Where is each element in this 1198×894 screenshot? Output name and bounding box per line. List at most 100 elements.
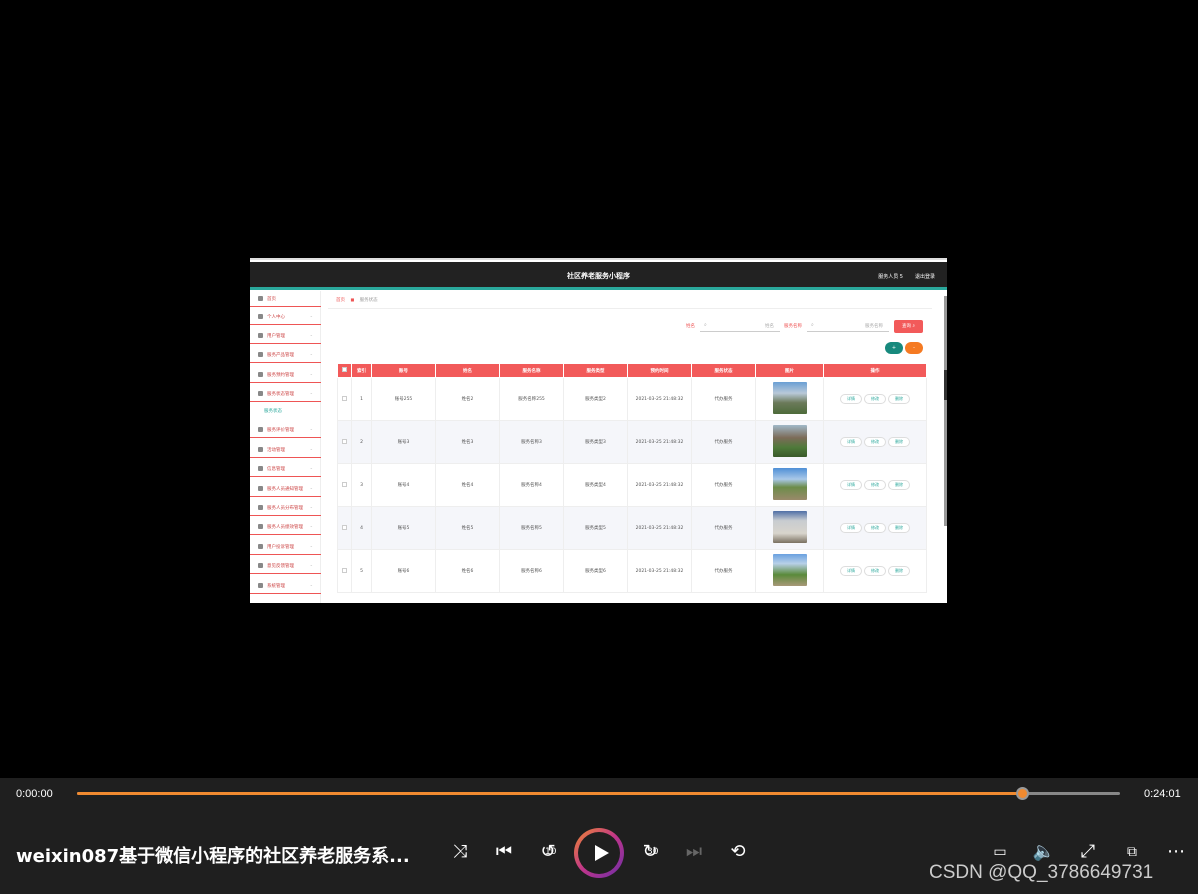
skip-forward-icon[interactable]: ↻ 30 [637, 839, 663, 865]
sidebar-item[interactable]: 系统管理 ⌄ [250, 578, 321, 594]
row-checkbox[interactable] [342, 567, 347, 573]
table-cell-account: 账号255 [371, 377, 436, 421]
select-all-checkbox[interactable] [342, 367, 347, 372]
chevron-down-icon: ⌄ [309, 390, 313, 395]
app-topbar: 社区养老服务小程序 服务人员 5 退出登录 [250, 262, 947, 290]
delete-row-button[interactable]: 删除 [888, 437, 910, 447]
table-cell-idx: 5 [351, 549, 372, 593]
menu-icon [258, 544, 263, 549]
menu-icon [258, 583, 263, 588]
sidebar-item[interactable]: 服务人员绩效管理 ⌄ [250, 519, 321, 535]
sidebar-item-label: 活动管理 [267, 448, 285, 453]
sidebar-item[interactable]: 用户投诉管理 ⌄ [250, 539, 321, 555]
table-header-row: 索引 账号 姓名 服务名称 服务类型 预约时间 服务状态 图片 操作 [337, 363, 927, 378]
sidebar-item-label: 服务人员分布管理 [267, 506, 303, 511]
sidebar-item[interactable]: 服务产品管理 ⌄ [250, 347, 321, 363]
delete-row-button[interactable]: 删除 [888, 566, 910, 576]
image-cell [755, 463, 824, 507]
next-icon[interactable]: ⏭ [681, 839, 707, 865]
table-cell-service: 服务名称4 [499, 463, 564, 507]
row-checkbox[interactable] [342, 524, 347, 530]
menu-icon [258, 333, 263, 338]
row-checkbox[interactable] [342, 395, 347, 401]
table-cell-name: 姓名3 [435, 420, 500, 464]
sidebar-item-label: 服务评价管理 [267, 428, 294, 433]
edit-button[interactable]: 修改 [864, 523, 886, 533]
logout-link[interactable]: 退出登录 [915, 273, 935, 280]
edit-button[interactable]: 修改 [864, 480, 886, 490]
previous-icon[interactable]: ⏮ [491, 839, 517, 865]
video-frame[interactable]: 社区养老服务小程序 服务人员 5 退出登录 首页 个人中心 ⌄ 用户管理 ⌄ 服务产品管理… [250, 258, 947, 603]
scrollbar[interactable] [944, 296, 947, 526]
play-button[interactable] [574, 828, 624, 878]
detail-button[interactable]: 详情 [840, 394, 862, 404]
table-cell-time: 2021-03-25 21:48:32 [627, 377, 692, 421]
table-cell-type: 服务类型2 [563, 377, 628, 421]
time-current: 0:00:00 [16, 788, 53, 800]
search-placeholder-name: 姓名 [765, 324, 774, 329]
sidebar-item[interactable]: 意见反馈管理 ⌄ [250, 558, 321, 574]
table-cell-time: 2021-03-25 21:48:32 [627, 506, 692, 550]
scrollbar-thumb[interactable] [944, 370, 947, 400]
detail-button[interactable]: 详情 [840, 480, 862, 490]
search-button-label: 查询 [902, 324, 912, 329]
sidebar-item[interactable]: 首页 [250, 291, 321, 307]
sidebar-item[interactable]: 服务人员分布管理 ⌄ [250, 500, 321, 516]
search-input-name[interactable]: ⌕ 姓名 [700, 320, 780, 332]
table-cell-type: 服务类型5 [563, 506, 628, 550]
repeat-icon[interactable]: ⟲ [725, 839, 751, 865]
sidebar-item-label: 首页 [267, 297, 276, 302]
sidebar-item[interactable]: 信息管理 ⌄ [250, 461, 321, 477]
detail-button[interactable]: 详情 [840, 523, 862, 533]
divider [328, 308, 932, 309]
edit-button[interactable]: 修改 [864, 566, 886, 576]
row-checkbox[interactable] [342, 438, 347, 444]
menu-icon [258, 486, 263, 491]
chevron-down-icon: ⌄ [309, 465, 313, 470]
delete-row-button[interactable]: 删除 [888, 394, 910, 404]
delete-row-button[interactable]: 删除 [888, 480, 910, 490]
menu-icon [258, 466, 263, 471]
column-header: 服务名称 [499, 363, 564, 378]
add-button[interactable]: + [885, 342, 903, 354]
menu-icon [258, 447, 263, 452]
menu-icon [258, 524, 263, 529]
search-input-service[interactable]: ⌕ 服务名称 [807, 320, 889, 332]
progress-bar[interactable] [77, 787, 1120, 800]
chevron-down-icon: ⌄ [309, 446, 313, 451]
row-checkbox-cell [337, 549, 352, 593]
sidebar-item-label: 个人中心 [267, 315, 285, 320]
search-button[interactable]: 查询 ⌕ [894, 320, 923, 333]
skip-back-icon[interactable]: ↺ 10 [535, 839, 561, 865]
table-cell-idx: 2 [351, 420, 372, 464]
progress-handle[interactable] [1015, 787, 1029, 800]
breadcrumb-home[interactable]: 首页 [336, 298, 345, 303]
chevron-down-icon: ⌄ [309, 504, 313, 509]
row-checkbox[interactable] [342, 481, 347, 487]
more-icon[interactable]: ⋯ [1163, 839, 1189, 865]
detail-button[interactable]: 详情 [840, 566, 862, 576]
sidebar-item[interactable]: 活动管理 ⌄ [250, 442, 321, 458]
column-header: 服务状态 [691, 363, 756, 378]
edit-button[interactable]: 修改 [864, 437, 886, 447]
search-icon: ⌕ [811, 322, 814, 328]
edit-button[interactable]: 修改 [864, 394, 886, 404]
shuffle-icon[interactable]: ⤨ [447, 839, 473, 865]
sidebar-item[interactable]: 服务人员通知管理 ⌄ [250, 481, 321, 497]
sidebar-item[interactable]: 服务状态管理 ⌄ [250, 386, 321, 402]
detail-button[interactable]: 详情 [840, 437, 862, 447]
table-row: 5 账号6 姓名6 服务名称6 服务类型6 2021-03-25 21:48:32 代办服务… [337, 549, 927, 593]
column-header: 姓名 [435, 363, 500, 378]
sidebar-item[interactable]: 个人中心 ⌄ [250, 309, 321, 325]
column-header: 服务类型 [563, 363, 628, 378]
table-row: 4 账号5 姓名5 服务名称5 服务类型5 2021-03-25 21:48:32 代办服务… [337, 506, 927, 550]
sidebar-item[interactable]: 服务预约管理 ⌄ [250, 367, 321, 383]
table-cell-time: 2021-03-25 21:48:32 [627, 549, 692, 593]
app-main: 首页 ■ 服务状态 姓名 ⌕ 姓名 服务名称 ⌕ 服务名称 查询 ⌕ + - 索… [324, 291, 947, 603]
breadcrumb-separator-icon: ■ [350, 297, 355, 302]
sidebar-subitem-active[interactable]: 服务状态 [264, 408, 282, 414]
sidebar-item[interactable]: 用户管理 ⌄ [250, 328, 321, 344]
sidebar-item[interactable]: 服务评价管理 ⌄ [250, 422, 321, 438]
delete-button[interactable]: - [905, 342, 923, 354]
delete-row-button[interactable]: 删除 [888, 523, 910, 533]
